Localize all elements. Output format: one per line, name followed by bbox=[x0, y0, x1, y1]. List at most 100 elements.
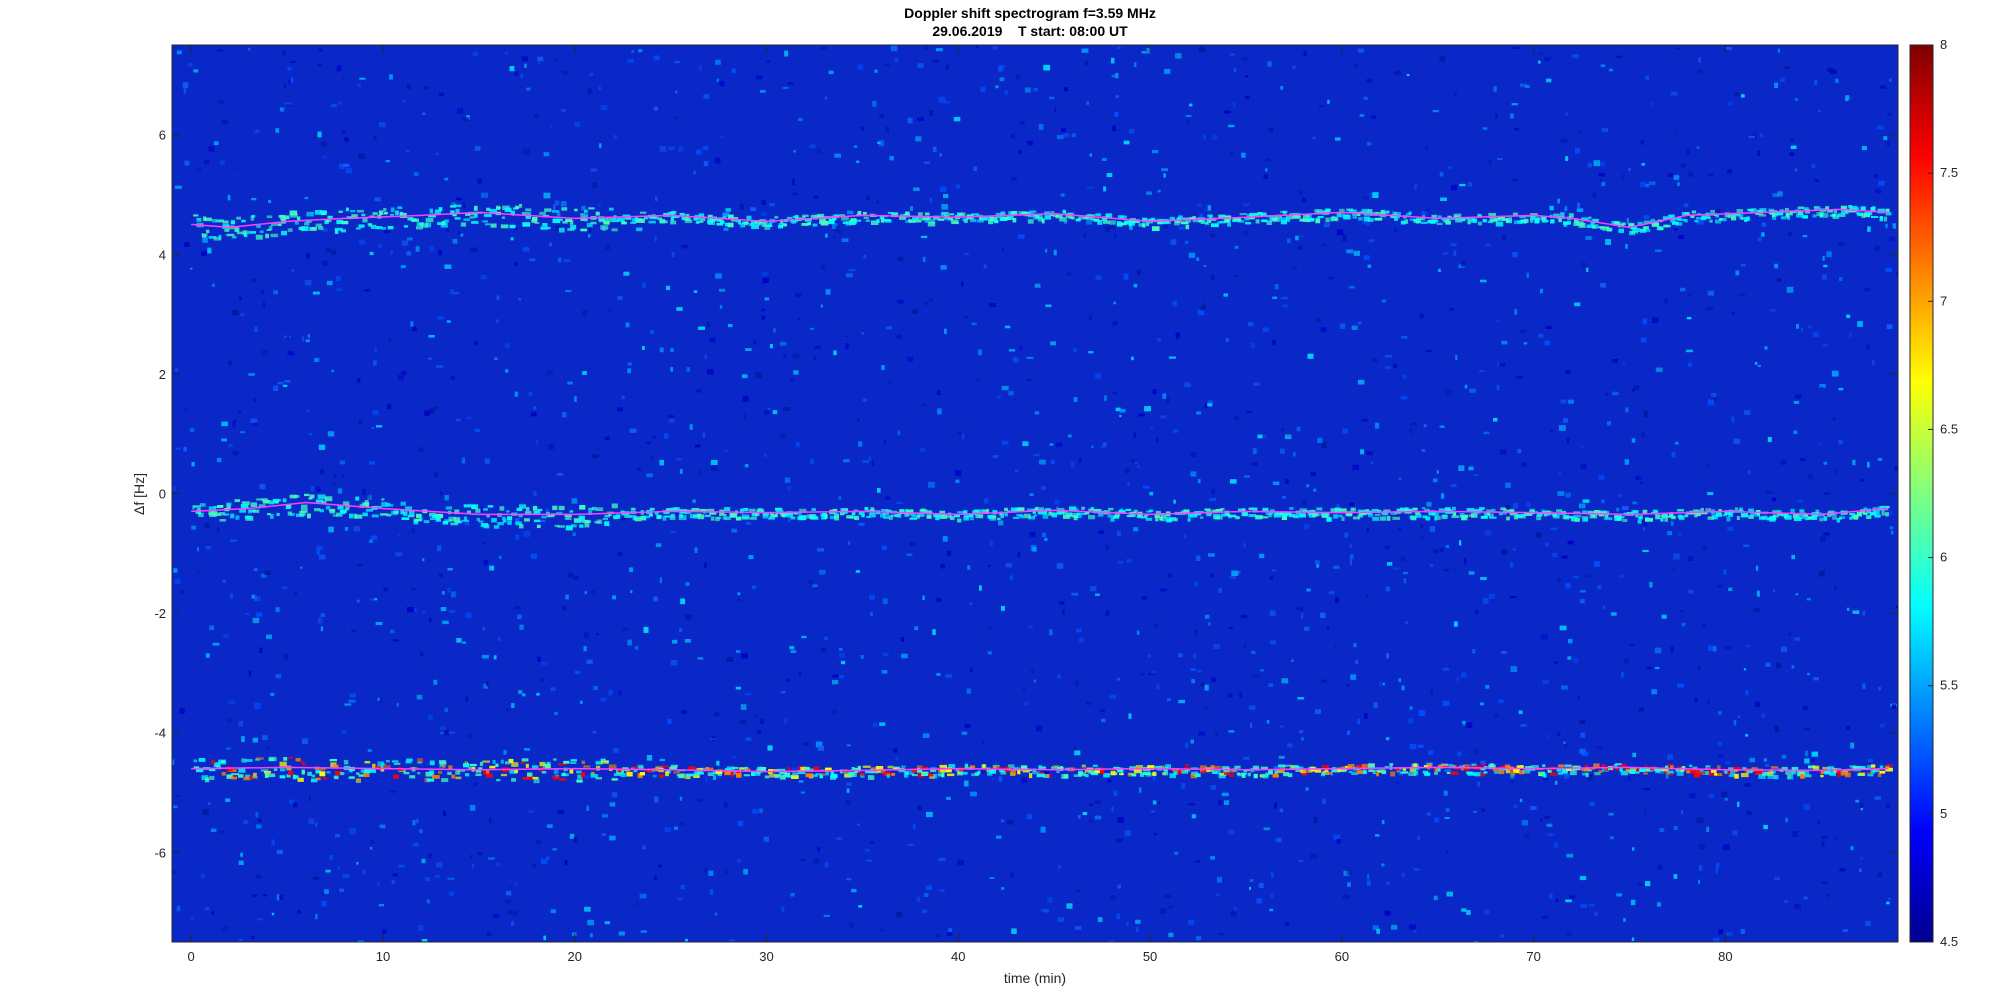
noise-speck bbox=[1564, 206, 1568, 211]
noise-speck bbox=[1807, 473, 1813, 480]
noise-speck bbox=[1262, 327, 1269, 332]
band-speck bbox=[1503, 509, 1508, 512]
noise-speck bbox=[1438, 268, 1441, 272]
noise-speck bbox=[1814, 79, 1818, 85]
noise-speck bbox=[1451, 484, 1457, 487]
noise-speck bbox=[1777, 191, 1783, 197]
noise-speck bbox=[1740, 264, 1746, 267]
noise-speck bbox=[813, 195, 818, 199]
noise-speck bbox=[1564, 743, 1568, 749]
noise-speck bbox=[1320, 612, 1326, 619]
noise-speck bbox=[1414, 930, 1417, 933]
noise-speck bbox=[210, 828, 217, 833]
band-speck bbox=[762, 515, 769, 519]
band-speck bbox=[264, 773, 269, 778]
band-speck bbox=[1832, 214, 1837, 219]
noise-speck bbox=[1146, 191, 1152, 195]
noise-speck bbox=[1367, 264, 1372, 268]
band-speck bbox=[1885, 506, 1890, 508]
band-speck bbox=[743, 507, 749, 512]
noise-speck bbox=[1006, 820, 1014, 825]
noise-speck bbox=[379, 699, 383, 704]
noise-speck bbox=[1393, 363, 1398, 369]
noise-speck bbox=[824, 636, 829, 640]
band-speck bbox=[1565, 516, 1572, 519]
noise-speck bbox=[1628, 167, 1631, 172]
noise-speck bbox=[1310, 471, 1316, 476]
noise-speck bbox=[832, 709, 838, 714]
noise-speck bbox=[1539, 52, 1543, 55]
noise-speck bbox=[743, 413, 746, 419]
noise-speck bbox=[1567, 656, 1572, 660]
noise-speck bbox=[196, 167, 201, 172]
noise-speck bbox=[567, 381, 573, 385]
noise-speck bbox=[1118, 561, 1124, 564]
noise-speck bbox=[856, 823, 861, 826]
noise-speck bbox=[1298, 859, 1304, 862]
band-speck bbox=[940, 212, 947, 217]
noise-speck bbox=[477, 852, 483, 856]
band-speck bbox=[387, 226, 394, 230]
noise-speck bbox=[446, 320, 451, 323]
noise-speck bbox=[1005, 563, 1013, 568]
noise-speck bbox=[492, 914, 500, 919]
noise-speck bbox=[622, 627, 629, 632]
noise-speck bbox=[1157, 801, 1160, 804]
noise-speck bbox=[1780, 646, 1788, 653]
noise-speck bbox=[740, 704, 747, 710]
band-speck bbox=[859, 772, 865, 776]
noise-speck bbox=[1223, 800, 1230, 805]
band-speck bbox=[397, 206, 403, 209]
noise-speck bbox=[294, 592, 297, 596]
noise-speck bbox=[1100, 709, 1105, 713]
band-speck bbox=[1827, 766, 1835, 770]
noise-speck bbox=[847, 210, 854, 215]
noise-speck bbox=[1088, 315, 1093, 320]
noise-speck bbox=[543, 935, 546, 941]
noise-speck bbox=[273, 290, 278, 295]
band-speck bbox=[1333, 514, 1339, 519]
noise-speck bbox=[694, 547, 698, 554]
noise-speck bbox=[621, 395, 625, 399]
noise-speck bbox=[205, 907, 210, 911]
noise-speck bbox=[1039, 459, 1046, 465]
band-speck bbox=[205, 777, 210, 783]
noise-speck bbox=[1781, 754, 1787, 759]
noise-speck bbox=[1204, 706, 1208, 710]
band-speck bbox=[1317, 216, 1324, 218]
noise-speck bbox=[1548, 893, 1553, 899]
noise-speck bbox=[229, 593, 234, 599]
band-speck bbox=[1386, 516, 1391, 521]
noise-speck bbox=[1269, 576, 1273, 580]
noise-speck bbox=[750, 207, 756, 211]
noise-speck bbox=[880, 928, 884, 932]
noise-speck bbox=[1734, 92, 1741, 96]
band-speck bbox=[1679, 515, 1685, 520]
noise-speck bbox=[1026, 356, 1034, 359]
noise-speck bbox=[1569, 895, 1576, 900]
noise-speck bbox=[550, 909, 557, 914]
noise-speck bbox=[698, 470, 702, 476]
noise-speck bbox=[1353, 643, 1357, 648]
band-speck bbox=[1005, 217, 1011, 220]
band-speck bbox=[1330, 508, 1338, 513]
noise-speck bbox=[541, 661, 548, 666]
noise-speck bbox=[609, 835, 616, 841]
noise-speck bbox=[451, 591, 456, 598]
noise-speck bbox=[344, 137, 349, 142]
noise-speck bbox=[1450, 184, 1457, 191]
band-speck bbox=[405, 760, 412, 764]
noise-speck bbox=[780, 691, 786, 694]
band-speck bbox=[209, 775, 215, 780]
noise-speck bbox=[514, 391, 519, 397]
noise-speck bbox=[1558, 471, 1561, 476]
noise-speck bbox=[1136, 270, 1141, 276]
noise-speck bbox=[1165, 895, 1171, 898]
band-speck bbox=[1451, 515, 1459, 518]
noise-speck bbox=[1721, 791, 1728, 797]
noise-speck bbox=[604, 436, 610, 441]
band-speck bbox=[501, 216, 505, 219]
colorbar-tick-label: 5 bbox=[1940, 806, 1947, 821]
noise-speck bbox=[787, 82, 793, 85]
band-speck bbox=[1820, 774, 1824, 778]
